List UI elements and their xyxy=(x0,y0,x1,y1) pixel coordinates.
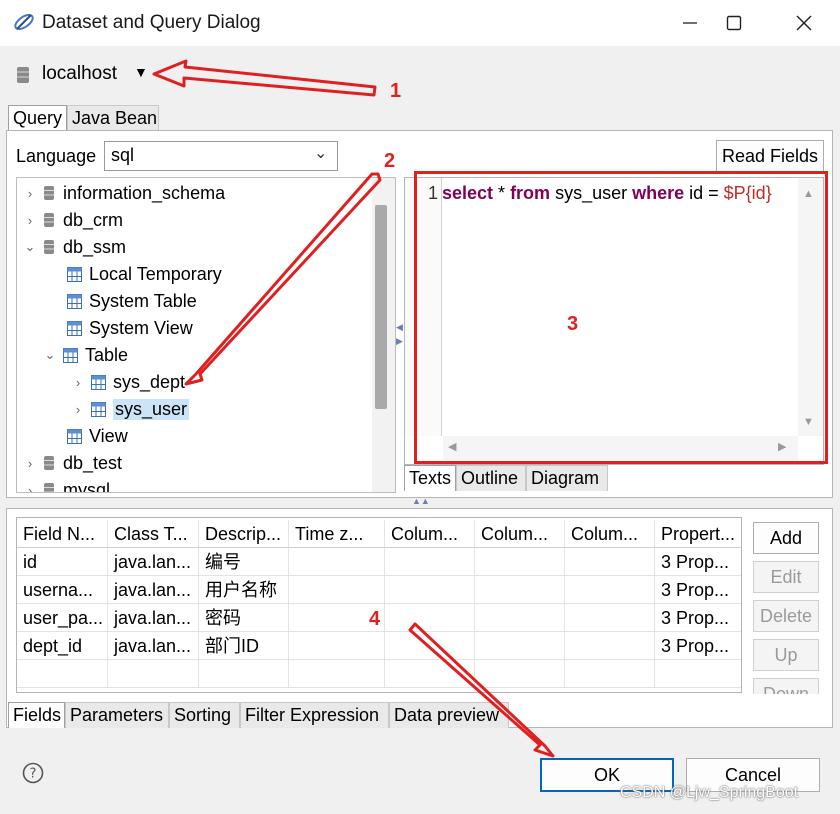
annotation-3: 3 xyxy=(567,313,579,335)
annotation-2: 2 xyxy=(384,150,396,172)
annotation-4: 4 xyxy=(369,608,381,630)
arrow-2 xyxy=(184,172,382,386)
annotation-arrows xyxy=(152,59,555,758)
annotation-1: 1 xyxy=(390,80,402,102)
arrow-4 xyxy=(408,622,555,758)
arrow-1 xyxy=(152,59,377,97)
